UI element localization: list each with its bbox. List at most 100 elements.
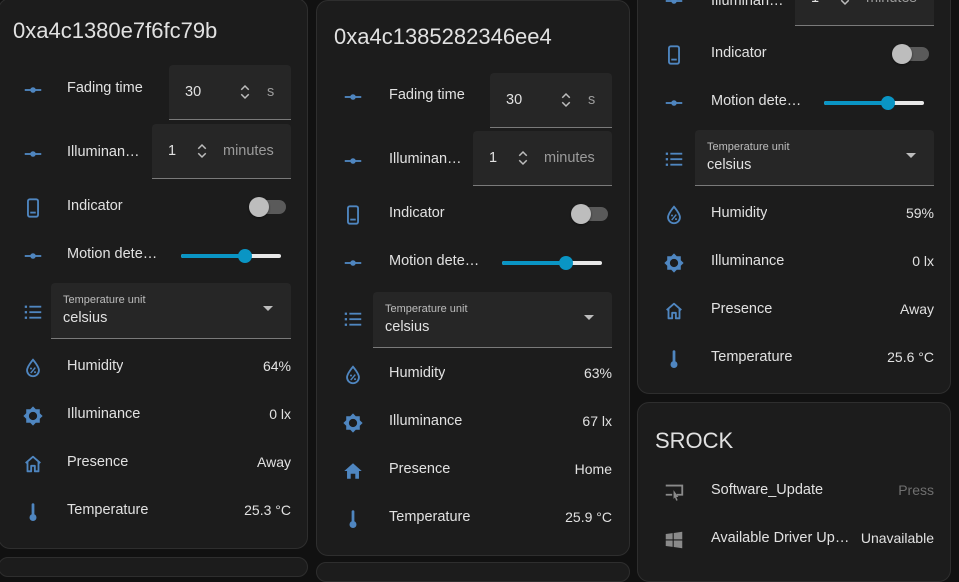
illuminance-label: Illuminance <box>67 406 141 422</box>
humidity-label: Humidity <box>67 358 124 374</box>
motion-detection-slider[interactable] <box>181 249 281 263</box>
illuminance-interval-value: 1 <box>168 143 177 159</box>
device-title: 0xa4c1385282346ee4 <box>334 24 552 49</box>
slider-icon <box>21 78 45 102</box>
temperature-label: Temperature <box>67 502 149 518</box>
slider-fill <box>181 254 245 258</box>
slider-fill <box>502 261 566 265</box>
humidity-row[interactable]: Humidity 59% <box>656 191 934 239</box>
motion-detection-label: Motion detec… <box>67 246 163 262</box>
slider-knob[interactable] <box>238 249 252 263</box>
fading-time-value: 30 <box>506 92 523 108</box>
indicator-row: Indicator <box>335 191 612 239</box>
illuminance-interval-unit: minutes <box>544 150 595 166</box>
temperature-label: Temperature <box>389 509 471 525</box>
temperature-unit-caption: Temperature unit <box>385 303 468 315</box>
presence-value: Away <box>900 301 934 317</box>
spin-arrows-icon[interactable] <box>194 141 210 161</box>
fading-time-input[interactable]: 30 s <box>490 73 612 128</box>
illuminance-interval-input[interactable]: 1 minutes <box>795 0 934 26</box>
software-update-row: Software_Update Press <box>656 468 934 516</box>
fading-time-row: Fading time 30 s <box>335 73 612 128</box>
next-card-stub <box>316 562 630 582</box>
motion-detection-row: Motion detec… <box>656 79 934 127</box>
illuminance-interval-row: Illuminanc… 1 minutes <box>335 131 612 186</box>
spin-arrows-icon[interactable] <box>837 0 853 8</box>
indicator-toggle[interactable] <box>892 44 929 64</box>
presence-row[interactable]: Presence Away <box>15 440 291 488</box>
illuminance-row[interactable]: Illuminance 67 lx <box>335 399 612 447</box>
temperature-label: Temperature <box>711 349 793 365</box>
presence-row[interactable]: Presence Home <box>335 447 612 495</box>
device-card-1: 0xa4c1380e7f6fc79b Fading time 30 s Illu… <box>0 0 308 549</box>
phone-icon <box>341 203 365 227</box>
water-percent-icon <box>341 363 365 387</box>
illuminance-row[interactable]: Illuminance 0 lx <box>15 392 291 440</box>
illuminance-value: 0 lx <box>269 406 291 422</box>
motion-detection-slider[interactable] <box>502 256 602 270</box>
illuminance-interval-input[interactable]: 1 minutes <box>152 124 291 179</box>
presence-row[interactable]: Presence Away <box>656 287 934 335</box>
humidity-row[interactable]: Humidity 64% <box>15 344 291 392</box>
illuminance-interval-unit: minutes <box>223 143 274 159</box>
driver-updates-row[interactable]: Available Driver Upda… Unavailable <box>656 516 934 564</box>
device-card-2: 0xa4c1385282346ee4 Fading time 30 s Illu… <box>316 0 630 556</box>
list-icon <box>341 307 365 331</box>
illuminance-interval-label: Illuminanc… <box>389 151 465 167</box>
dropdown-arrow-icon <box>584 315 594 320</box>
driver-updates-value: Unavailable <box>860 530 934 546</box>
next-card-stub <box>0 557 308 577</box>
slider-icon <box>341 85 365 109</box>
water-percent-icon <box>21 356 45 380</box>
temperature-unit-select[interactable]: Temperature unit celsius <box>695 130 934 186</box>
press-button[interactable]: Press <box>898 482 934 498</box>
temperature-row[interactable]: Temperature 25.3 °C <box>15 488 291 536</box>
temperature-unit-value: celsius <box>707 157 752 173</box>
temperature-unit-select[interactable]: Temperature unit celsius <box>51 283 291 339</box>
temperature-unit-value: celsius <box>385 319 430 335</box>
slider-fill <box>824 101 888 105</box>
spin-arrows-icon[interactable] <box>515 148 531 168</box>
list-icon <box>662 147 686 171</box>
temperature-value: 25.6 °C <box>887 349 934 365</box>
presence-value: Home <box>574 461 612 477</box>
illuminance-interval-input[interactable]: 1 minutes <box>473 131 612 186</box>
temperature-row[interactable]: Temperature 25.9 °C <box>335 495 612 543</box>
motion-detection-slider[interactable] <box>824 96 924 110</box>
temperature-unit-caption: Temperature unit <box>707 141 790 153</box>
fading-time-input[interactable]: 30 s <box>169 65 291 120</box>
device-title: 0xa4c1380e7f6fc79b <box>13 18 218 43</box>
spin-arrows-icon[interactable] <box>237 82 253 102</box>
slider-knob[interactable] <box>559 256 573 270</box>
motion-detection-label: Motion detec… <box>711 93 807 109</box>
temperature-unit-select[interactable]: Temperature unit celsius <box>373 292 612 348</box>
temperature-value: 25.9 °C <box>565 509 612 525</box>
srock-title: SROCK <box>655 428 734 453</box>
spin-arrows-icon[interactable] <box>558 90 574 110</box>
illuminance-interval-row: Illuminanc… 1 minutes <box>15 124 291 179</box>
brightness-icon <box>21 404 45 428</box>
illuminance-interval-value: 1 <box>811 0 819 6</box>
indicator-toggle[interactable] <box>249 197 286 217</box>
indicator-row: Indicator <box>656 31 934 79</box>
temperature-row[interactable]: Temperature 25.6 °C <box>656 335 934 383</box>
illuminance-value: 0 lx <box>912 253 934 269</box>
slider-knob[interactable] <box>881 96 895 110</box>
temperature-unit-row: Temperature unit celsius <box>335 292 612 348</box>
fading-time-label: Fading time <box>389 87 465 103</box>
indicator-toggle[interactable] <box>571 204 608 224</box>
illuminance-label: Illuminance <box>389 413 463 429</box>
brightness-icon <box>662 251 686 275</box>
dropdown-arrow-icon <box>263 306 273 311</box>
list-icon <box>21 300 45 324</box>
slider-icon <box>21 142 45 166</box>
windows-icon <box>662 528 686 552</box>
humidity-row[interactable]: Humidity 63% <box>335 351 612 399</box>
srock-card: SROCK Software_Update Press Available Dr… <box>637 402 951 582</box>
thermometer-icon <box>341 507 365 531</box>
temperature-unit-value: celsius <box>63 310 108 326</box>
phone-icon <box>21 196 45 220</box>
indicator-label: Indicator <box>67 198 123 214</box>
illuminance-row[interactable]: Illuminance 0 lx <box>656 239 934 287</box>
temperature-unit-row: Temperature unit celsius <box>656 130 934 186</box>
